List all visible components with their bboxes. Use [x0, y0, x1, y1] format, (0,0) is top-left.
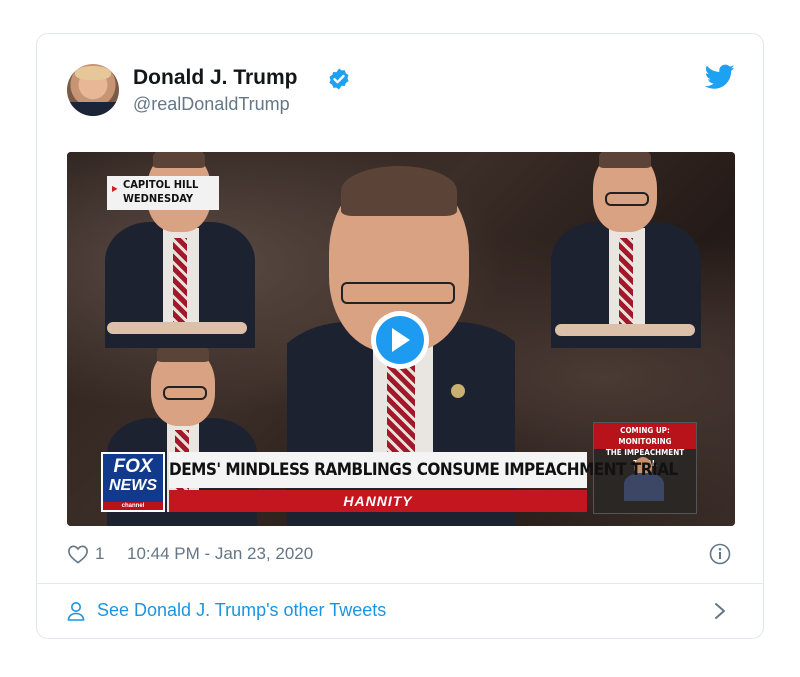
divider	[37, 583, 763, 584]
fox-logo-line3: channel	[103, 502, 163, 510]
location-caption-line2: WEDNESDAY	[123, 192, 194, 205]
author-avatar[interactable]	[67, 64, 119, 116]
video-thumbnail[interactable]: ▶ CAPITOL HILL WEDNESDAY COMING UP: MONI…	[67, 152, 735, 526]
location-caption-line1: CAPITOL HILL	[123, 178, 199, 191]
video-panel-top-right	[515, 152, 735, 348]
author-handle[interactable]: @realDonaldTrump	[133, 94, 290, 115]
tweet-card: Donald J. Trump @realDonaldTrump ▶ CAPIT…	[36, 33, 764, 639]
fox-logo-line2: NEWS	[109, 477, 157, 494]
coming-up-line1: COMING UP: MONITORING	[618, 426, 672, 446]
user-icon	[67, 602, 85, 621]
verified-badge-icon	[329, 68, 349, 90]
author-name[interactable]: Donald J. Trump	[133, 66, 298, 90]
tweet-timestamp[interactable]: 10:44 PM - Jan 23, 2020	[127, 544, 313, 564]
info-icon[interactable]	[709, 543, 731, 565]
play-icon[interactable]	[371, 311, 429, 369]
show-name: HANNITY	[169, 490, 587, 512]
like-count[interactable]: 1	[95, 544, 104, 564]
other-tweets-label: See Donald J. Trump's other Tweets	[97, 600, 387, 620]
twitter-bird-icon[interactable]	[705, 64, 735, 90]
fox-news-logo: FOX NEWS channel	[101, 452, 165, 512]
location-caption: ▶ CAPITOL HILL WEDNESDAY	[107, 176, 219, 210]
heart-icon[interactable]	[67, 544, 89, 564]
fox-logo-line1: FOX	[113, 456, 153, 477]
chevron-right-icon[interactable]	[713, 602, 727, 620]
news-headline: DEMS' MINDLESS RAMBLINGS CONSUME IMPEACH…	[169, 452, 678, 488]
